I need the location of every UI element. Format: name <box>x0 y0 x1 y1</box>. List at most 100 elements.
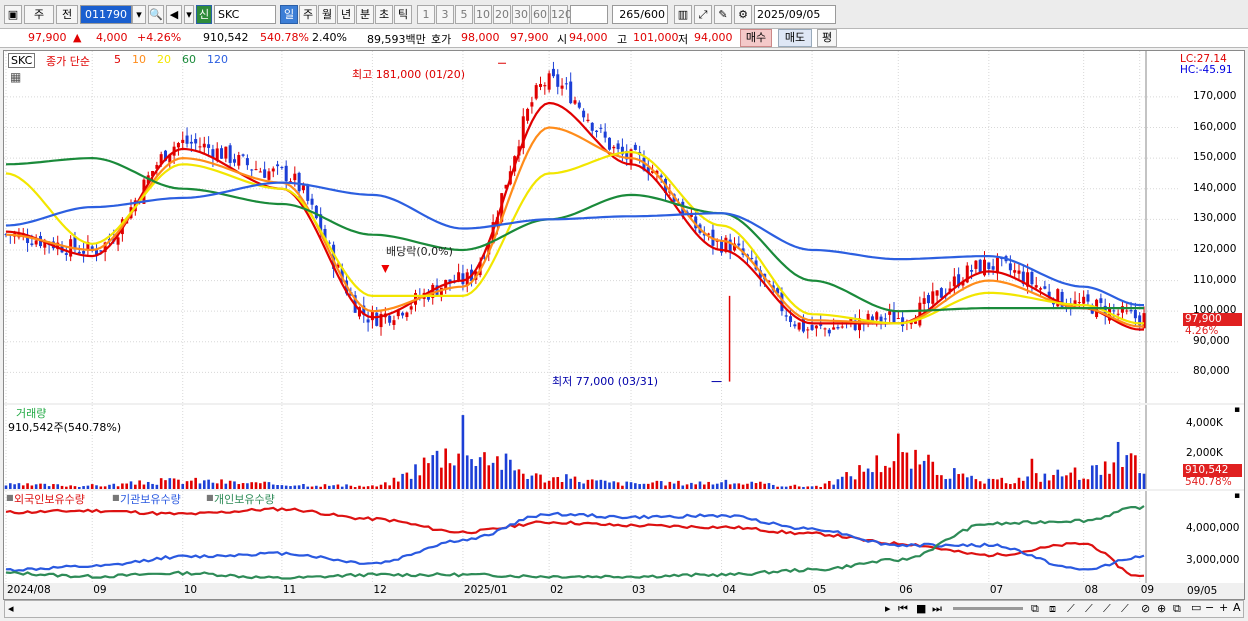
period-3[interactable]: 년 <box>337 5 355 24</box>
volume-bar <box>1125 455 1129 489</box>
holdings-pane[interactable]: ■ 외국인보유수량 ■ 기관보유수량 ■ 개인보유수량 <box>4 491 1180 583</box>
zoom-slider[interactable] <box>953 607 1023 610</box>
ma-legend-60[interactable]: 60 <box>182 53 196 66</box>
tool-icon-3[interactable]: ⟋ <box>1103 602 1111 616</box>
ma-legend-120[interactable]: 120 <box>207 53 228 66</box>
count-dropdown[interactable] <box>570 5 608 24</box>
volume-bar <box>409 478 413 489</box>
volume-bar <box>1004 483 1008 489</box>
scrollbar[interactable]: ◂ ▸ ⏮ ■ ⏭ ⧉ ⧈ ⟋ ⟋ ⟋ ⟋ ⊘ ⊕ ⧉ ▭ − + A <box>4 600 1244 618</box>
name-input[interactable]: SKC <box>214 5 276 24</box>
holdings-close-icon[interactable]: ▪ <box>1234 491 1240 501</box>
minute-10[interactable]: 10 <box>474 5 492 24</box>
candle-body <box>392 320 396 325</box>
minute-20[interactable]: 20 <box>493 5 511 24</box>
dropdown-small-icon[interactable]: ▾ <box>184 5 194 24</box>
candle-body <box>1112 310 1116 312</box>
candle-body <box>612 146 616 149</box>
period-5[interactable]: 초 <box>375 5 393 24</box>
buy-button[interactable]: 매수 <box>740 29 772 47</box>
volume-bar <box>30 485 34 489</box>
minute-60[interactable]: 60 <box>531 5 549 24</box>
change-rate: +4.26% <box>137 31 182 44</box>
avg-button[interactable]: 평 <box>817 29 837 47</box>
prev-button[interactable]: 전 <box>56 5 78 24</box>
date-input[interactable]: 2025/09/05 <box>754 5 836 24</box>
tool-icon-1[interactable]: ⟋ <box>1067 602 1075 616</box>
tool-icon-4[interactable]: ⟋ <box>1121 602 1129 616</box>
turnover: 2.40% <box>312 31 347 44</box>
gear-icon[interactable]: ⚙ <box>734 5 752 24</box>
volume-bar <box>767 483 771 489</box>
layout-icon[interactable]: ▣ <box>4 5 22 24</box>
dividend-annotation: 배당락(0,0%) <box>386 245 453 258</box>
candle-body <box>560 85 564 89</box>
candle-body <box>573 100 577 104</box>
volume-bar <box>108 484 111 489</box>
lock-icon[interactable]: ⊘ <box>1141 602 1150 615</box>
first-icon[interactable]: ⏮ <box>898 602 908 616</box>
speaker-icon[interactable]: ◀ <box>166 5 182 24</box>
copy-icon[interactable]: ⧉ <box>1173 602 1181 616</box>
tool-icon-2[interactable]: ⟋ <box>1085 602 1093 616</box>
stop-icon[interactable]: ■ <box>916 602 926 615</box>
minus-zoom-icon[interactable]: ▭ <box>1191 601 1201 614</box>
holding-legend-1[interactable]: 기관보유수량 <box>120 491 181 507</box>
minute-1[interactable]: 1 <box>417 5 435 24</box>
magnify-icon[interactable]: ⊕ <box>1157 602 1166 615</box>
candle-body <box>189 141 193 144</box>
minute-5[interactable]: 5 <box>455 5 473 24</box>
scroll-left-icon[interactable]: ◂ <box>8 602 14 615</box>
volume-close-icon[interactable]: ▪ <box>1234 405 1240 415</box>
candle-body <box>116 237 120 245</box>
candle-body <box>207 144 211 148</box>
ma-legend-20[interactable]: 20 <box>157 53 171 66</box>
period-1[interactable]: 주 <box>299 5 317 24</box>
auto-icon[interactable]: A <box>1233 601 1241 614</box>
period-6[interactable]: 틱 <box>394 5 412 24</box>
minus-icon[interactable]: − <box>1205 601 1214 614</box>
tools-icon[interactable]: ✎ <box>714 5 732 24</box>
volume-bar <box>155 484 159 489</box>
candle-body <box>534 85 538 99</box>
dropdown-icon[interactable]: ▾ <box>132 5 146 24</box>
panel-menu-icon[interactable]: ▦ <box>10 70 21 84</box>
mode-button[interactable]: 주 <box>24 5 54 24</box>
period-4[interactable]: 분 <box>356 5 374 24</box>
candle-body <box>301 185 305 191</box>
minute-3[interactable]: 3 <box>436 5 454 24</box>
volume-bar <box>569 478 572 489</box>
minute-120[interactable]: 120 <box>550 5 572 24</box>
indicator-icon[interactable]: ⤢ <box>694 5 712 24</box>
minute-30[interactable]: 30 <box>512 5 530 24</box>
price-tick: 130,000 <box>1193 212 1237 225</box>
volume-bar <box>427 463 430 489</box>
holding-legend-0[interactable]: 외국인보유수량 <box>14 491 85 507</box>
search-icon[interactable]: 🔍 <box>148 5 164 24</box>
candle-body <box>595 130 599 133</box>
ma-legend-5[interactable]: 5 <box>114 53 121 66</box>
code-input[interactable]: 011790 <box>80 5 132 24</box>
volume-bar <box>112 483 116 489</box>
last-icon[interactable]: ⏭ <box>932 602 942 616</box>
scroll-right-icon[interactable]: ▸ <box>885 602 891 615</box>
candle-body <box>569 81 573 104</box>
holding-legend-2[interactable]: 개인보유수량 <box>214 491 275 507</box>
chart-type-icon[interactable]: ▥ <box>674 5 692 24</box>
volume-bar <box>616 482 620 489</box>
volume-bar <box>1026 476 1029 489</box>
volume-pane[interactable]: 거래량 910,542주(540.78%) <box>4 405 1180 489</box>
volume-bar <box>888 467 891 489</box>
ma-legend-10[interactable]: 10 <box>132 53 146 66</box>
plus-icon[interactable]: + <box>1219 601 1228 614</box>
volume-bar <box>207 479 210 489</box>
price-pane[interactable]: SKC 종가 단순 5 10 20 60 120 ▦ 최고 181,000 (01/20… <box>4 51 1180 403</box>
sell-button[interactable]: 매도 <box>778 29 812 47</box>
period-0[interactable]: 일 <box>280 5 298 24</box>
volume-bar <box>677 480 680 489</box>
period-2[interactable]: 월 <box>318 5 336 24</box>
zoom-icon[interactable]: ⧉ <box>1031 602 1039 616</box>
volume-bar <box>974 479 978 489</box>
split-icon[interactable]: ⧈ <box>1049 602 1056 616</box>
count-field[interactable]: 265/600 <box>612 5 668 24</box>
